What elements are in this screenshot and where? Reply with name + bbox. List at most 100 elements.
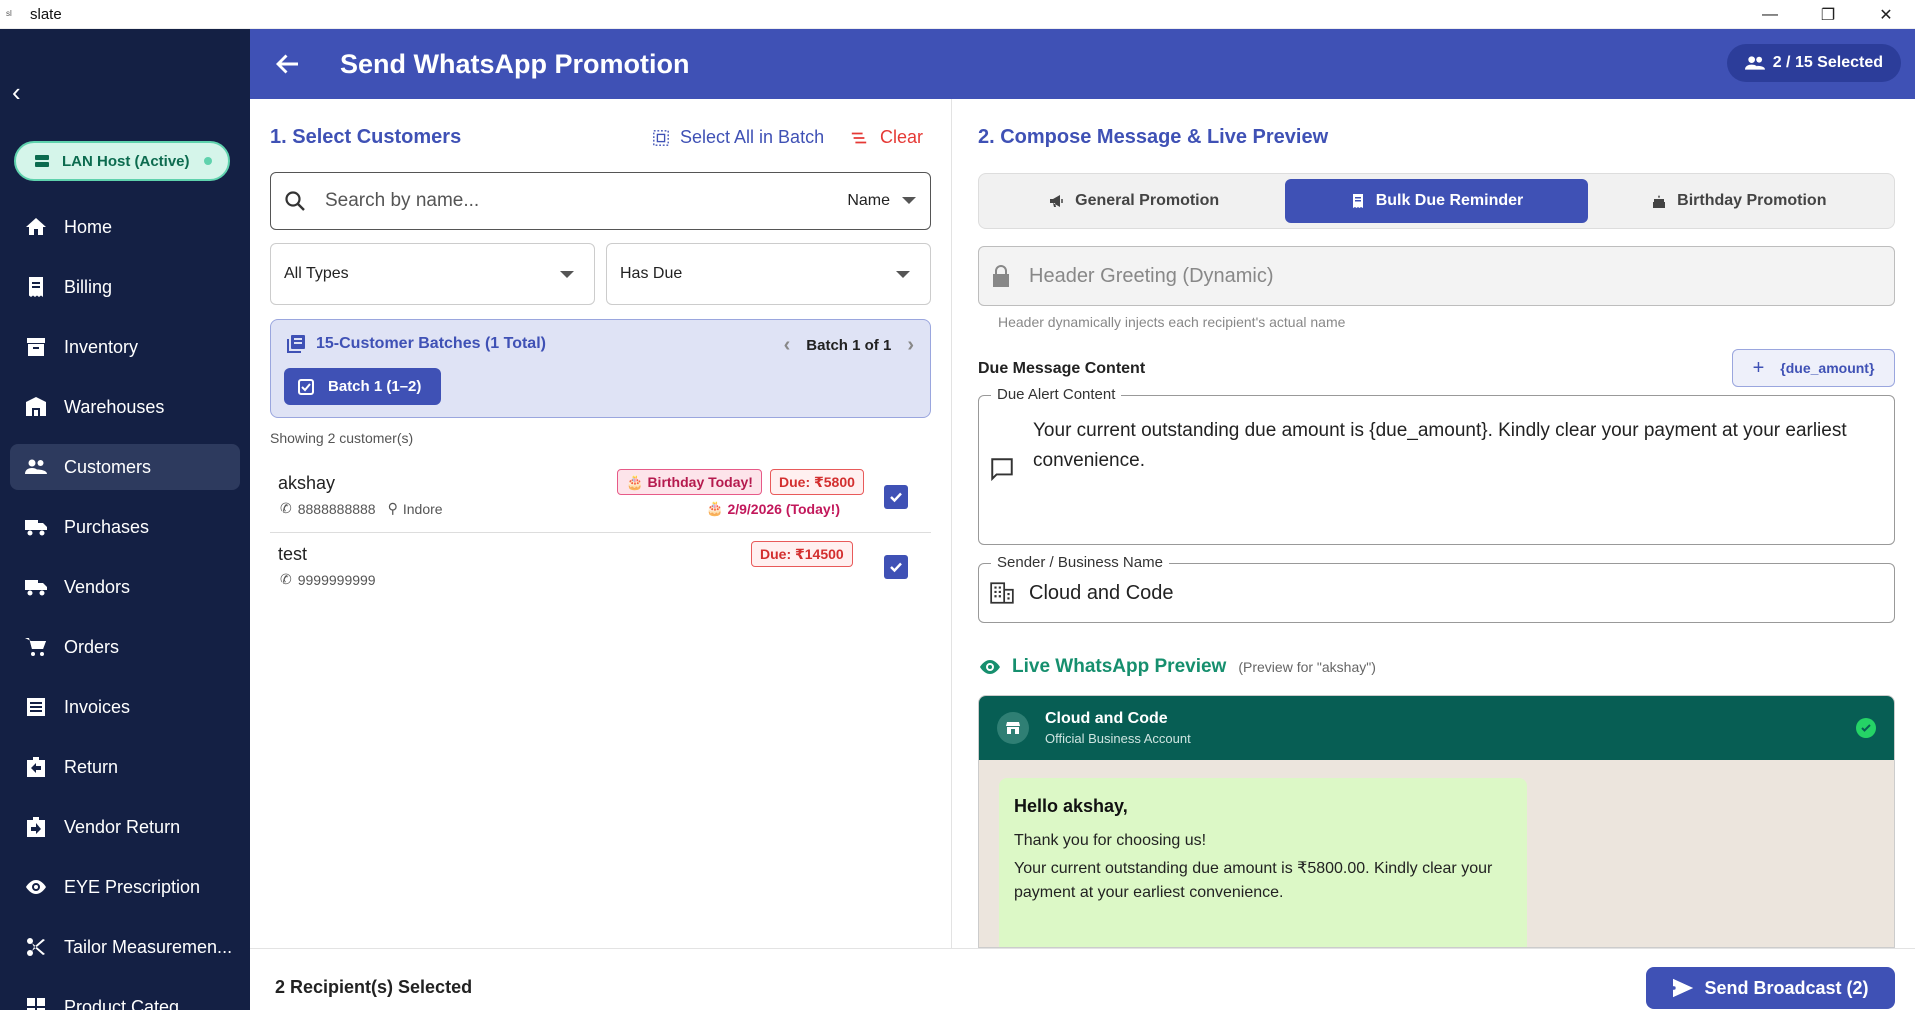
due-status-filter[interactable]: Has Due xyxy=(606,243,931,305)
due-alert-legend: Due Alert Content xyxy=(991,386,1122,403)
sidebar-item-label: Invoices xyxy=(64,696,131,717)
clear-all-icon xyxy=(851,132,867,143)
warehouse-icon xyxy=(26,397,46,416)
people-icon xyxy=(1744,56,1765,70)
cart-icon xyxy=(25,638,46,656)
people-icon xyxy=(25,459,47,474)
receipt-icon xyxy=(29,277,43,297)
close-icon[interactable]: ✕ xyxy=(1857,0,1915,29)
message-bubble: Hello akshay, Thank you for choosing us!… xyxy=(999,778,1527,947)
chevron-down-icon xyxy=(560,271,574,278)
chevron-down-icon[interactable] xyxy=(902,197,916,205)
select-all-icon xyxy=(653,129,669,146)
sidebar-item-label: Vendor Return xyxy=(64,816,181,837)
back-arrow-icon[interactable] xyxy=(272,49,302,79)
cake-icon: 🎂 xyxy=(626,473,644,490)
checkbox-checked-icon xyxy=(298,378,314,395)
due-status-value: Has Due xyxy=(620,265,683,282)
chevron-down-icon xyxy=(896,271,910,278)
birthday-date-label: 2/9/2026 (Today!) xyxy=(727,500,840,517)
search-icon xyxy=(285,191,305,211)
chevron-left-icon[interactable]: ‹ xyxy=(784,334,791,357)
lan-status-label: LAN Host (Active) xyxy=(62,152,190,170)
tab-birthday-promotion[interactable]: Birthday Promotion xyxy=(1588,179,1890,223)
customer-checkbox[interactable] xyxy=(884,485,908,509)
chevron-right-icon[interactable]: › xyxy=(907,334,914,357)
category-icon xyxy=(27,998,45,1010)
compose-message-panel: 2. Compose Message & Live Preview Genera… xyxy=(952,99,1915,948)
sidebar-item-label: Product Categ... xyxy=(64,996,195,1010)
list-item[interactable]: test ✆ 9999999999 Due: ₹14500 xyxy=(270,534,931,604)
sidebar-item-purchases[interactable]: Purchases xyxy=(10,504,240,550)
search-input[interactable]: Search by name... Name xyxy=(270,172,931,230)
select-all-label: Select All in Batch xyxy=(680,127,825,147)
send-broadcast-button[interactable]: Send Broadcast (2) xyxy=(1646,967,1895,1009)
clear-label: Clear xyxy=(880,127,924,147)
header-greeting-input[interactable]: Header Greeting (Dynamic) xyxy=(978,246,1895,306)
tab-label: General Promotion xyxy=(1075,192,1220,209)
megaphone-icon xyxy=(1050,195,1063,207)
message-icon xyxy=(991,458,1013,482)
showing-count: Showing 2 customer(s) xyxy=(270,430,414,446)
sidebar-item-vendor-return[interactable]: Vendor Return xyxy=(10,804,240,850)
due-badge: Due: ₹5800 xyxy=(770,469,864,495)
header-greeting-hint: Header dynamically injects each recipien… xyxy=(998,314,1346,330)
tab-bulk-due-reminder[interactable]: Bulk Due Reminder xyxy=(1285,179,1588,223)
library-icon xyxy=(287,335,305,353)
customer-checkbox[interactable] xyxy=(884,555,908,579)
customer-type-filter[interactable]: All Types xyxy=(270,243,595,305)
lan-status-pill[interactable]: LAN Host (Active) xyxy=(14,141,230,181)
receipt-icon xyxy=(1352,194,1363,208)
sidebar-item-label: Vendors xyxy=(64,576,131,597)
batch-chip-1[interactable]: Batch 1 (1–2) xyxy=(284,368,442,405)
customer-meta: ✆ 8888888888 ⚲ Indore xyxy=(280,500,443,517)
sidebar-item-warehouses[interactable]: Warehouses xyxy=(10,384,240,430)
return-icon xyxy=(27,757,45,777)
sidebar-item-vendors[interactable]: Vendors xyxy=(10,564,240,610)
sidebar-item-eye-prescription[interactable]: EYE Prescription xyxy=(10,864,240,910)
sidebar-item-label: Purchases xyxy=(64,516,150,537)
sidebar-item-label: Customers xyxy=(64,456,152,477)
collapse-sidebar-chevron-icon[interactable]: ‹ xyxy=(12,77,21,108)
whatsapp-business-name: Cloud and Code Official Business Account xyxy=(1045,710,1191,746)
tab-label: Bulk Due Reminder xyxy=(1375,192,1524,209)
sidebar-item-return[interactable]: Return xyxy=(10,744,240,790)
birthday-badge: 🎂 Birthday Today! xyxy=(617,469,762,495)
sidebar-item-home[interactable]: Home xyxy=(10,204,240,250)
minimize-icon[interactable]: — xyxy=(1741,0,1799,29)
bubble-greeting: Hello akshay, xyxy=(1014,796,1128,816)
sidebar-item-invoices[interactable]: Invoices xyxy=(10,684,240,730)
sidebar-item-orders[interactable]: Orders xyxy=(10,624,240,670)
due-alert-content-textarea[interactable]: Due Alert Content Your current outstandi… xyxy=(978,386,1895,545)
sort-by-select[interactable]: Name xyxy=(847,192,890,210)
tab-general-promotion[interactable]: General Promotion xyxy=(983,179,1285,223)
customer-phone: 9999999999 xyxy=(297,571,376,588)
sidebar-item-inventory[interactable]: Inventory xyxy=(10,324,240,370)
sidebar-item-billing[interactable]: Billing xyxy=(10,264,240,310)
insert-due-amount-button[interactable]: + {due_amount} xyxy=(1732,349,1895,387)
store-icon xyxy=(1006,722,1020,734)
list-item[interactable]: akshay ✆ 8888888888 ⚲ Indore 🎂 Birthday … xyxy=(270,463,931,533)
plus-icon: + xyxy=(1752,356,1765,379)
sidebar-item-customers[interactable]: Customers xyxy=(10,444,240,490)
birthday-date: 🎂 2/9/2026 (Today!) xyxy=(706,500,840,517)
clear-selection-button[interactable]: Clear xyxy=(850,127,923,148)
window-controls: — ❐ ✕ xyxy=(1741,0,1915,29)
scissors-icon xyxy=(27,938,45,956)
sidebar-nav: Home Billing Inventory Warehouses Custom… xyxy=(10,204,240,1010)
list-icon xyxy=(27,698,45,716)
sidebar-item-label: Inventory xyxy=(64,336,139,357)
batch-title-text: 15-Customer Batches (1 Total) xyxy=(316,335,546,352)
restore-icon[interactable]: ❐ xyxy=(1799,0,1857,29)
sidebar-item-label: Tailor Measuremen... xyxy=(64,936,233,957)
sidebar-item-product-categories[interactable]: Product Categ... xyxy=(10,984,240,1010)
cake-icon xyxy=(1653,195,1666,208)
whatsapp-preview: Cloud and Code Official Business Account… xyxy=(978,695,1895,948)
select-all-in-batch-button[interactable]: Select All in Batch xyxy=(652,127,824,148)
batch-selector: 15-Customer Batches (1 Total) ‹ Batch 1 … xyxy=(270,319,931,418)
birthday-badge-label: Birthday Today! xyxy=(647,474,753,490)
customer-city: Indore xyxy=(402,500,443,517)
sender-business-name-input[interactable]: Sender / Business Name Cloud and Code xyxy=(978,554,1895,623)
sidebar-item-tailor-measurement[interactable]: Tailor Measuremen... xyxy=(10,924,240,970)
customer-meta: ✆ 9999999999 xyxy=(280,571,376,588)
